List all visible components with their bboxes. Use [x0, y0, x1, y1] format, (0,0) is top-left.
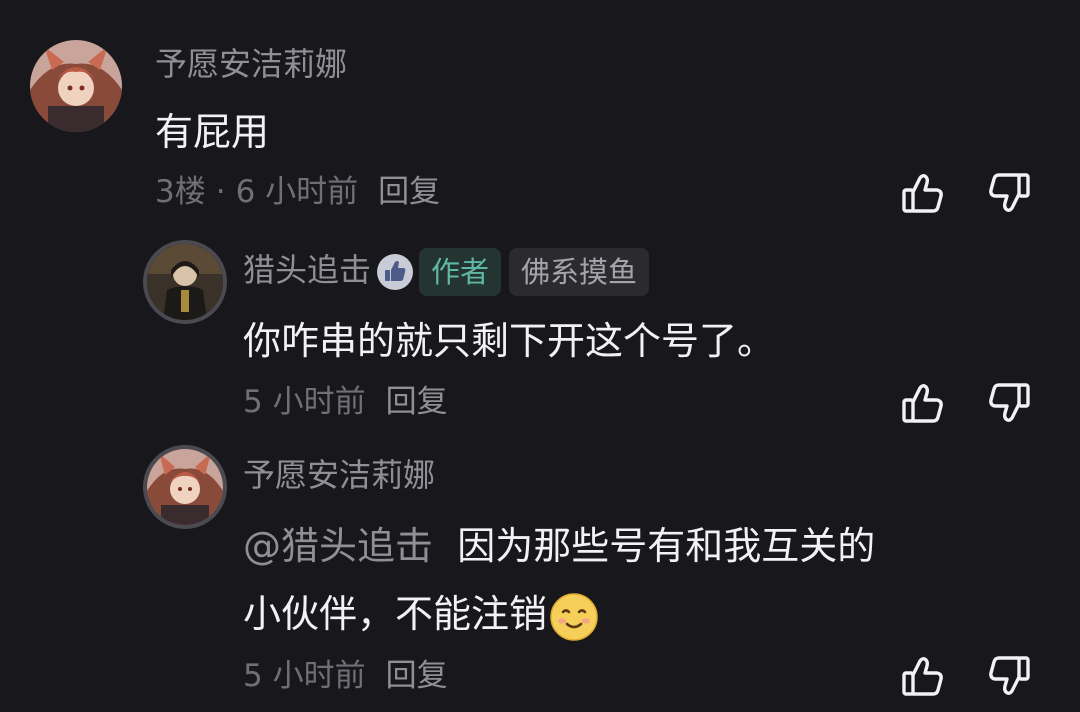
reply-item: 予愿安洁莉娜 @猎头追击 因为那些号有和我互关的 小伙伴，不能注销 5 小时前回…: [0, 445, 1080, 712]
comment-text-line-2: 小伙伴，不能注销: [243, 589, 599, 642]
mention-link[interactable]: @猎头追击: [243, 524, 433, 568]
thumbs-down-icon[interactable]: [986, 170, 1032, 216]
avatar[interactable]: [143, 445, 227, 529]
comment-time: 6 小时前: [235, 174, 359, 210]
comment-username[interactable]: 予愿安洁莉娜: [243, 455, 435, 495]
thumbs-up-icon[interactable]: [900, 170, 946, 216]
comment-thread: 予愿安洁莉娜 有屁用 3楼 · 6 小时前 回复 猎头追击 作者 佛系摸鱼 你咋…: [0, 0, 1080, 712]
reply-button[interactable]: 回复: [386, 384, 448, 420]
comment-username[interactable]: 猎头追击: [243, 251, 371, 289]
comment-meta: 5 小时前 回复: [243, 382, 448, 422]
avatar[interactable]: [30, 40, 122, 132]
reply-button[interactable]: 回复: [386, 658, 448, 694]
comment-text: 你咋串的就只剩下开这个号了。: [243, 319, 776, 363]
meta-separator: ·: [215, 174, 226, 210]
reply-header: 猎头追击 作者 佛系摸鱼: [243, 248, 650, 296]
verified-thumb-icon: [377, 254, 414, 290]
comment-time: 5 小时前: [243, 658, 366, 694]
comment-meta: 3楼 · 6 小时前 回复: [155, 172, 440, 212]
comment-username[interactable]: 予愿安洁莉娜: [155, 44, 347, 84]
avatar[interactable]: [143, 240, 227, 324]
user-tag-badge: 佛系摸鱼: [509, 248, 650, 296]
author-badge: 作者: [419, 248, 502, 296]
floor-number: 3楼: [155, 174, 206, 210]
thumbs-up-icon[interactable]: [900, 653, 946, 699]
comment-item: 予愿安洁莉娜 有屁用 3楼 · 6 小时前 回复: [0, 0, 1080, 230]
thumbs-down-icon[interactable]: [986, 380, 1032, 426]
comment-meta: 5 小时前 回复: [243, 656, 448, 696]
smiling-face-emoji: [549, 592, 599, 642]
comment-text: 因为那些号有和我互关的: [457, 524, 876, 568]
comment-text: 小伙伴，不能注销: [243, 592, 548, 636]
reply-button[interactable]: 回复: [378, 174, 440, 210]
thumbs-down-icon[interactable]: [986, 653, 1032, 699]
comment-time: 5 小时前: [243, 384, 366, 420]
reply-item: 猎头追击 作者 佛系摸鱼 你咋串的就只剩下开这个号了。 5 小时前 回复: [0, 230, 1080, 445]
thumbs-up-icon[interactable]: [900, 380, 946, 426]
comment-text: 有屁用: [155, 110, 270, 154]
comment-text-line-1: @猎头追击 因为那些号有和我互关的: [243, 521, 875, 571]
